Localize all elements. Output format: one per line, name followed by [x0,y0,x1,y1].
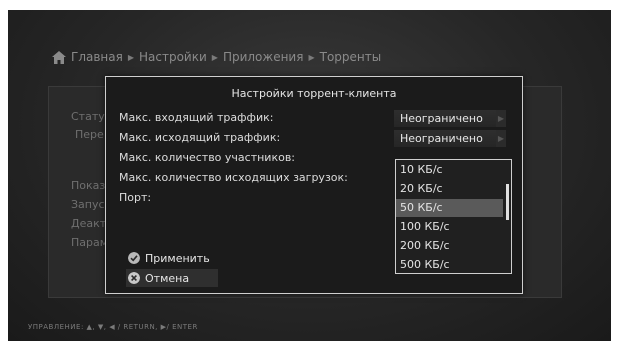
max-download-value: Неограничено [400,112,483,125]
breadcrumb-separator-icon: ▶ [127,52,134,62]
max-uploads-label: Макс. количество исходящих загрузок: [119,171,348,184]
speed-dropdown-list[interactable]: 10 КБ/с 20 КБ/с 50 КБ/с 100 КБ/с 200 КБ/… [395,159,512,274]
cancel-button-label: Отмена [145,271,190,285]
breadcrumb-home[interactable]: Главная [71,50,123,64]
dropdown-option-selected[interactable]: 50 КБ/с [396,199,503,217]
max-upload-value: Неограничено [400,132,483,145]
bg-item-show: Показ [71,179,106,192]
chevron-right-icon: ▶ [496,110,506,127]
bg-item-start: Запус [71,198,105,211]
dropdown-scrollbar[interactable] [506,184,509,220]
max-upload-select[interactable]: Неограничено ▶ [394,130,506,147]
apply-button[interactable]: Применить [126,249,218,267]
breadcrumb-settings[interactable]: Настройки [139,50,207,64]
cancel-button[interactable]: Отмена [126,269,218,287]
bg-item-transfer: Пере [75,128,104,141]
home-icon [52,50,66,64]
bg-item-deactivate: Деакт [71,217,107,230]
breadcrumb: Главная ▶ Настройки ▶ Приложения ▶ Торре… [52,48,381,66]
apply-button-label: Применить [145,251,210,265]
tv-screen: Главная ▶ Настройки ▶ Приложения ▶ Торре… [8,10,611,341]
max-download-label: Макс. входящий траффик: [119,111,274,124]
max-peers-label: Макс. количество участников: [119,151,296,164]
checkmark-icon [128,252,140,264]
dropdown-option[interactable]: 10 КБ/с [396,161,503,179]
dropdown-option[interactable]: 500 КБ/с [396,256,503,274]
dropdown-option[interactable]: 200 КБ/с [396,237,503,255]
breadcrumb-separator-icon: ▶ [211,52,218,62]
breadcrumb-torrents: Торренты [319,50,382,64]
dropdown-option[interactable]: 20 КБ/с [396,180,503,198]
breadcrumb-apps[interactable]: Приложения [223,50,304,64]
max-upload-label: Макс. исходящий траффик: [119,131,281,144]
max-download-select[interactable]: Неограничено ▶ [394,110,506,127]
torrent-settings-dialog: Настройки торрент-клиента Макс. входящий… [105,76,523,294]
close-icon [128,272,140,284]
controls-hint: УПРАВЛЕНИЕ: ▲, ▼, ◀ / RETURN, ▶/ ENTER [28,323,198,331]
chevron-right-icon: ▶ [496,130,506,147]
bg-item-status: Стату [71,110,105,123]
breadcrumb-separator-icon: ▶ [308,52,315,62]
dropdown-option[interactable]: 100 КБ/с [396,218,503,236]
dialog-title: Настройки торрент-клиента [231,87,397,100]
bg-item-params: Парам [71,236,109,249]
port-label: Порт: [119,191,152,204]
